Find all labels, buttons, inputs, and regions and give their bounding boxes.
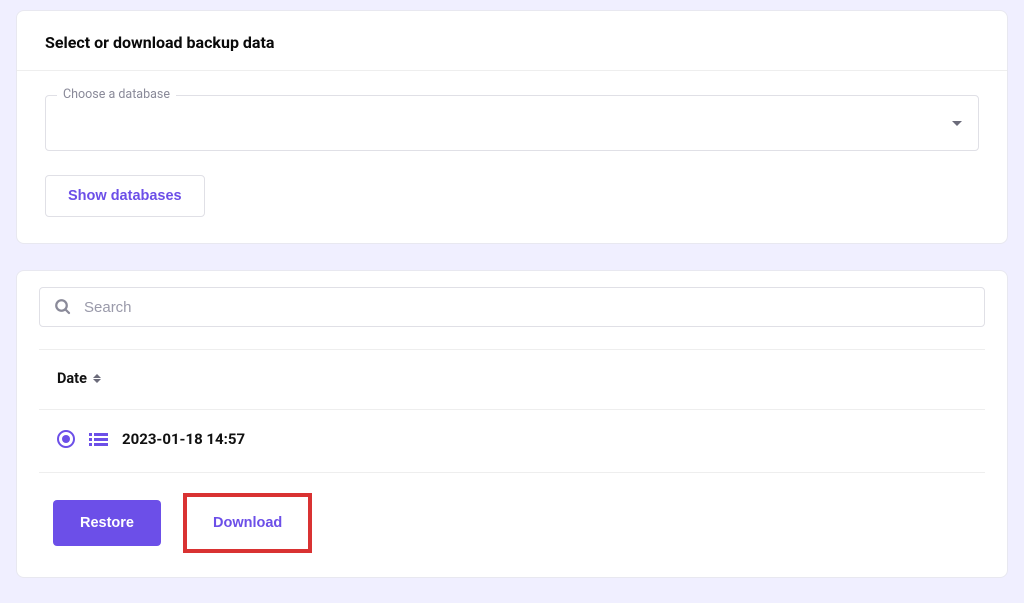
download-highlight-box: Download bbox=[183, 493, 312, 553]
backup-list-card: Date 2023-01-18 14:57 Restore Download bbox=[16, 270, 1008, 578]
backup-list-icon bbox=[89, 433, 108, 446]
download-button[interactable]: Download bbox=[190, 500, 305, 546]
date-column-label: Date bbox=[57, 370, 87, 387]
restore-button[interactable]: Restore bbox=[53, 500, 161, 546]
row-radio[interactable] bbox=[57, 430, 75, 448]
backup-date: 2023-01-18 14:57 bbox=[122, 430, 245, 448]
sort-icon bbox=[93, 374, 101, 383]
search-wrapper bbox=[17, 271, 1007, 327]
table-header: Date bbox=[39, 350, 985, 410]
table-row: 2023-01-18 14:57 bbox=[39, 410, 985, 473]
radio-checked-icon bbox=[62, 435, 70, 443]
database-select-label: Choose a database bbox=[57, 87, 176, 102]
search-input[interactable] bbox=[84, 299, 970, 316]
card-title: Select or download backup data bbox=[45, 33, 979, 52]
card-header: Select or download backup data bbox=[17, 11, 1007, 71]
chevron-down-icon bbox=[952, 121, 962, 126]
database-select-wrapper: Choose a database bbox=[45, 95, 979, 151]
card-body: Choose a database Show databases bbox=[17, 71, 1007, 243]
show-databases-button[interactable]: Show databases bbox=[45, 175, 205, 217]
search-box bbox=[39, 287, 985, 327]
search-icon bbox=[54, 298, 72, 316]
backup-select-card: Select or download backup data Choose a … bbox=[16, 10, 1008, 244]
database-select[interactable] bbox=[45, 95, 979, 151]
date-column-header[interactable]: Date bbox=[57, 370, 101, 387]
actions-bar: Restore Download bbox=[17, 473, 1007, 577]
